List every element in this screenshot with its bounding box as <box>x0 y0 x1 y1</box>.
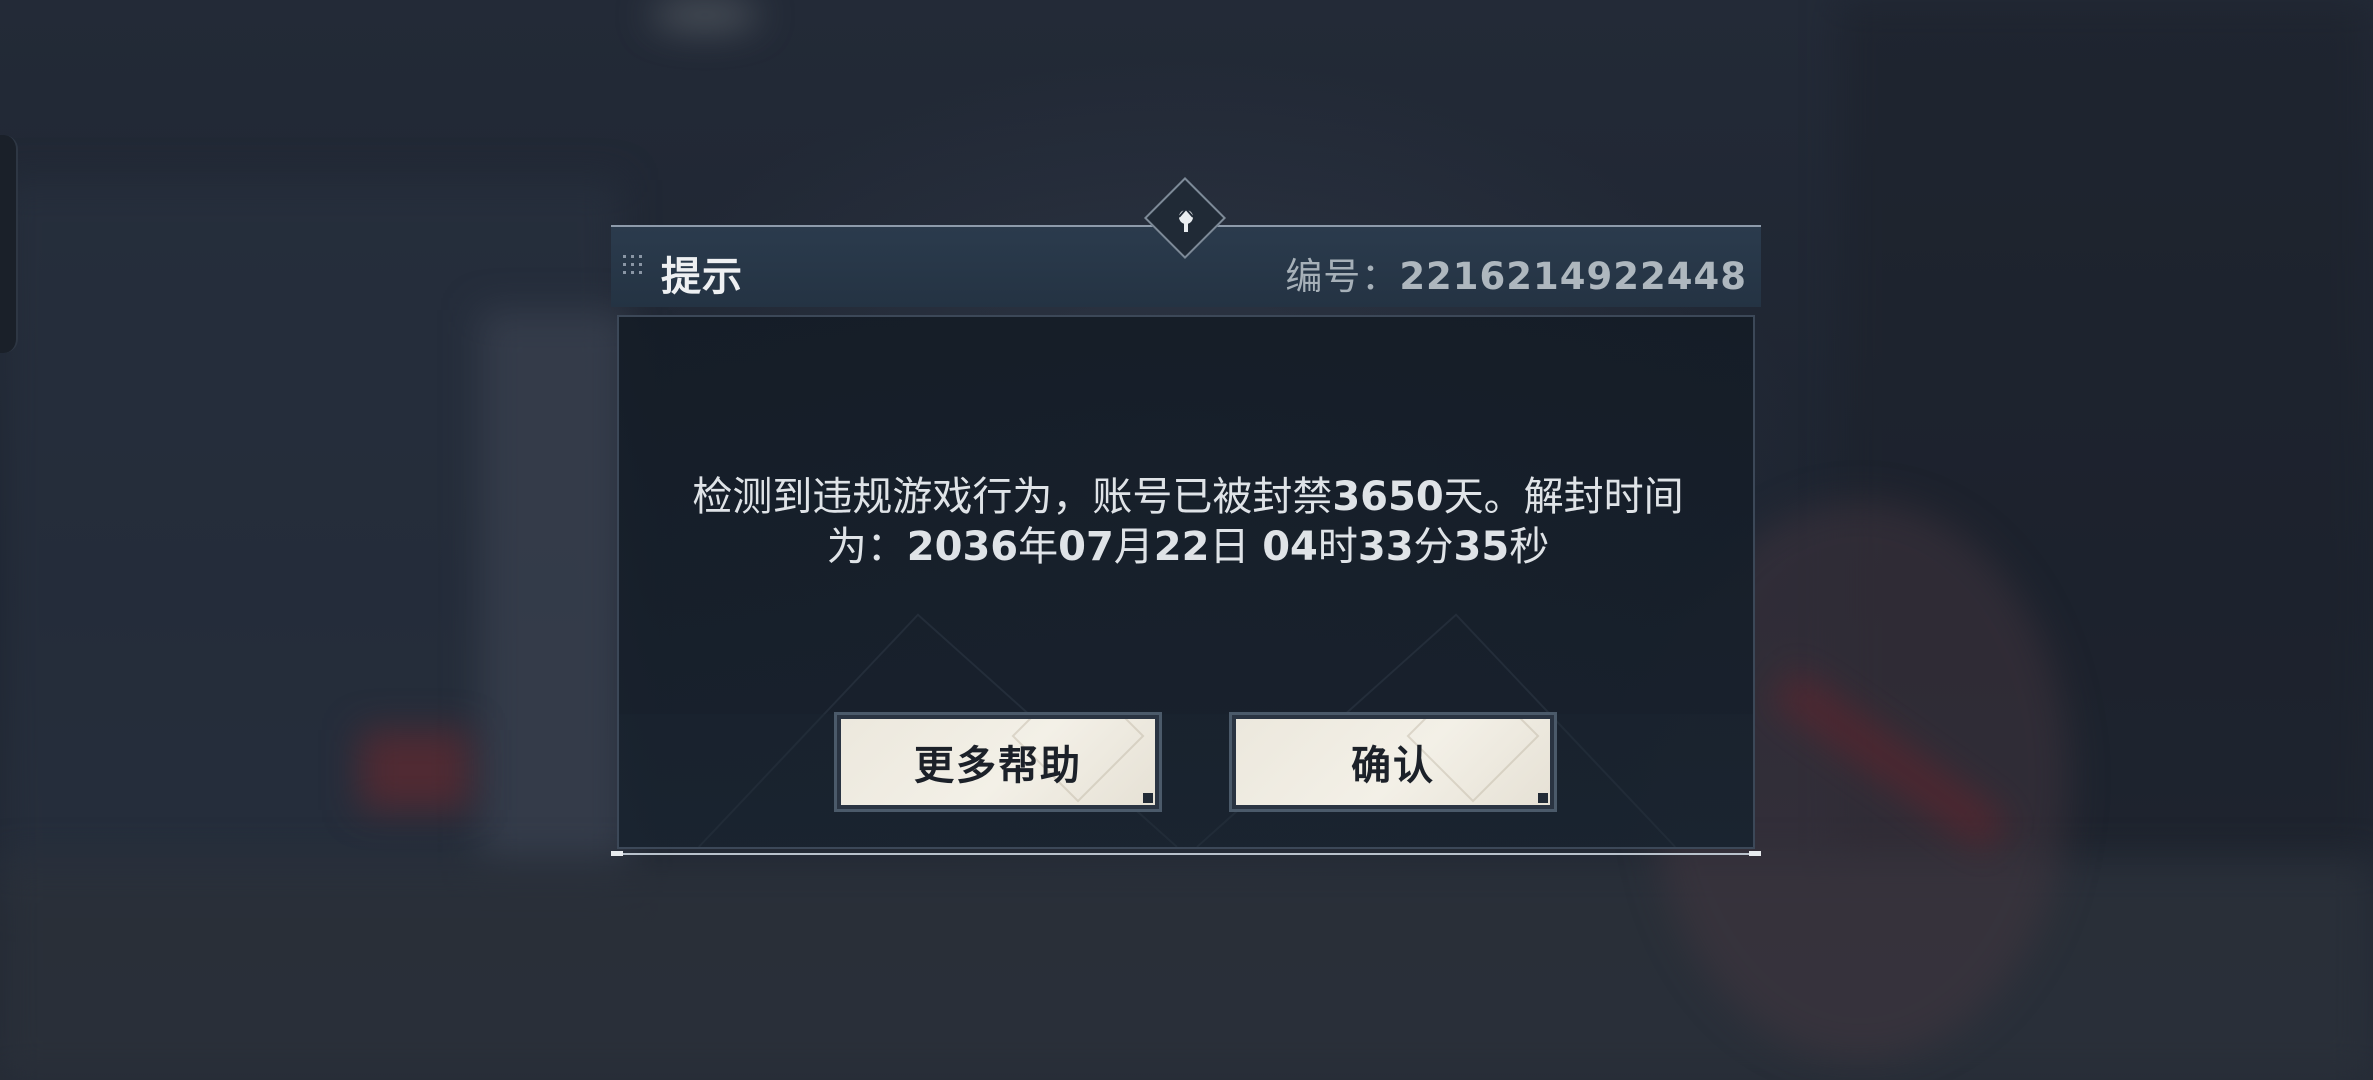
background-lamp <box>650 0 760 30</box>
unit-day: 日 <box>1209 524 1250 570</box>
serial-value: 2216214922448 <box>1399 255 1747 298</box>
unban-second: 35 <box>1453 524 1510 570</box>
confirm-label: 确认 <box>1351 743 1435 789</box>
unit-hour: 时 <box>1317 524 1358 570</box>
side-edge-tab[interactable] <box>0 135 18 353</box>
message-text: 为： <box>826 524 907 570</box>
more-help-button[interactable]: 更多帮助 <box>834 712 1162 812</box>
more-help-button-face[interactable]: 更多帮助 <box>841 719 1155 805</box>
dialog-title: 提示 <box>661 254 743 300</box>
body-decoration <box>619 613 1753 847</box>
ban-days: 3650 <box>1332 474 1444 520</box>
unit-second: 秒 <box>1509 524 1550 570</box>
unban-day: 22 <box>1153 524 1210 570</box>
ban-message-line-1: 检测到违规游戏行为，账号已被封禁3650天。解封时间 <box>659 472 1717 522</box>
unit-minute: 分 <box>1413 524 1454 570</box>
ban-notice-dialog: 提示 编号：2216214922448 检测到违规游戏行为，账号已被封禁3650… <box>611 176 1761 857</box>
unban-month: 07 <box>1058 524 1114 570</box>
ban-message: 检测到违规游戏行为，账号已被封禁3650天。解封时间 为：2036年07月22日… <box>659 472 1717 572</box>
serial-number: 编号：2216214922448 <box>1285 246 1747 300</box>
confirm-button[interactable]: 确认 <box>1229 712 1557 812</box>
confirm-button-face[interactable]: 确认 <box>1236 719 1550 805</box>
dialog-bottom-line <box>611 853 1761 855</box>
unban-hour: 04 <box>1262 524 1318 570</box>
corner-marker-right <box>1749 851 1761 856</box>
corner-marker-left <box>611 851 623 856</box>
message-text: 天。解封时间 <box>1443 474 1684 520</box>
ban-message-line-2: 为：2036年07月22日 04时33分35秒 <box>659 522 1717 572</box>
grip-icon <box>623 255 649 281</box>
emblem-icon <box>1178 207 1194 232</box>
background-red-object <box>360 730 470 810</box>
unban-year: 2036 <box>906 524 1019 570</box>
unban-minute: 33 <box>1357 524 1414 570</box>
unit-month: 月 <box>1113 524 1154 570</box>
dialog-body: 检测到违规游戏行为，账号已被封禁3650天。解封时间 为：2036年07月22日… <box>617 315 1755 849</box>
serial-label: 编号： <box>1285 255 1400 298</box>
message-text: 检测到违规游戏行为，账号已被封禁 <box>692 474 1333 520</box>
background-column <box>480 310 630 870</box>
unit-year: 年 <box>1018 524 1059 570</box>
more-help-label: 更多帮助 <box>914 743 1082 789</box>
